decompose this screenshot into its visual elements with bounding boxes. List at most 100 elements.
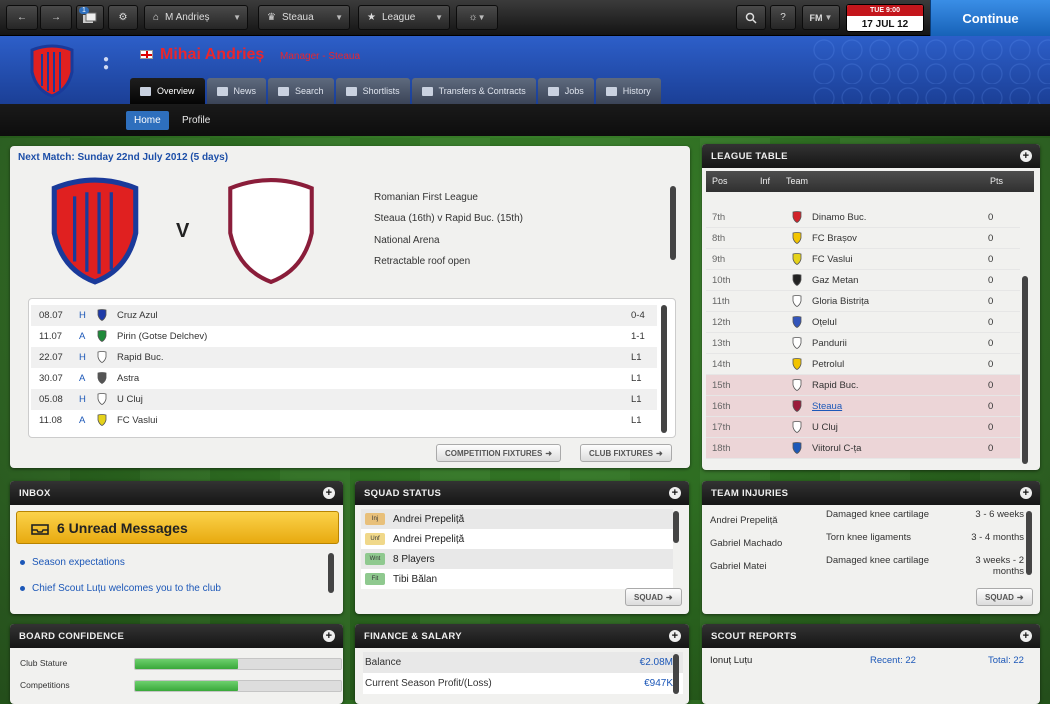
continue-button[interactable]: Continue — [930, 0, 1050, 36]
tab-overview[interactable]: Overview — [130, 78, 205, 104]
injuries-scrollbar[interactable] — [1026, 511, 1032, 575]
fixtures-scrollbar[interactable] — [661, 305, 667, 433]
league-team[interactable]: U Cluj — [812, 422, 838, 433]
squad-status-row[interactable]: Fit Tibi Bălan — [361, 569, 673, 589]
league-team[interactable]: Steaua — [812, 401, 842, 412]
fixture-team[interactable]: Astra — [117, 373, 139, 384]
squad-status-row[interactable]: Wnt 8 Players — [361, 549, 673, 569]
league-table-row[interactable]: 15th Rapid Buc. 0 — [706, 375, 1020, 396]
squad-status-row[interactable]: Unf Andrei Prepeliță — [361, 529, 673, 549]
fixture-row[interactable]: 08.07 H Cruz Azul 0-4 — [31, 305, 657, 326]
fixture-row[interactable]: 11.08 A FC Vaslui L1 — [31, 410, 657, 431]
back-button[interactable]: ← — [6, 5, 38, 30]
injury-row[interactable]: Gabriel Machado Torn knee ligaments 3 - 4 … — [710, 532, 1028, 555]
injury-row[interactable]: Gabriel Matei Damaged knee cartilage 3 wee… — [710, 555, 1028, 578]
league-team[interactable]: FC Brașov — [812, 233, 857, 244]
club-dropdown[interactable]: ♛ Steaua ▼ — [258, 5, 350, 30]
expand-plus-icon[interactable]: + — [669, 630, 681, 642]
finance-row[interactable]: Current Season Profit/(Loss) €947K — [363, 673, 683, 694]
col-team[interactable]: Team — [786, 176, 808, 186]
subnav-profile[interactable]: Profile — [174, 111, 218, 130]
fixture-team[interactable]: U Cluj — [117, 394, 143, 405]
fixture-team[interactable]: Cruz Azul — [117, 310, 158, 321]
league-table-row[interactable]: 9th FC Vaslui 0 — [706, 249, 1020, 270]
fixture-row[interactable]: 30.07 A Astra L1 — [31, 368, 657, 389]
squad-status-row[interactable]: Inj Andrei Prepeliță — [361, 509, 673, 529]
team-injuries-title: TEAM INJURIES — [711, 487, 789, 499]
league-team[interactable]: FC Vaslui — [812, 254, 852, 265]
fixture-row[interactable]: 22.07 H Rapid Buc. L1 — [31, 347, 657, 368]
fixture-team[interactable]: Rapid Buc. — [117, 352, 163, 363]
club-fixtures-button[interactable]: CLUB FIXTURES ➜ — [580, 444, 672, 462]
tools-button[interactable]: ⚙ — [108, 5, 138, 30]
expand-plus-icon[interactable]: + — [1020, 150, 1032, 162]
inbox-scrollbar[interactable] — [328, 553, 334, 593]
expand-plus-icon[interactable]: + — [323, 487, 335, 499]
league-scrollbar[interactable] — [1022, 276, 1028, 464]
fixture-team[interactable]: FC Vaslui — [117, 415, 157, 426]
injury-row[interactable]: Andrei Prepeliță Damaged knee cartilage 3 … — [710, 509, 1028, 532]
message-chief-scout[interactable]: Chief Scout Luțu welcomes you to the clu… — [20, 583, 221, 594]
league-team[interactable]: Petrolul — [812, 359, 844, 370]
tab-transfers-contracts[interactable]: Transfers & Contracts — [411, 78, 536, 104]
tab-jobs[interactable]: Jobs — [537, 78, 594, 104]
league-table-row[interactable]: 14th Petrolul 0 — [706, 354, 1020, 375]
subnav-home[interactable]: Home — [126, 111, 169, 130]
league-team[interactable]: Viitorul C-ța — [812, 443, 861, 454]
scout-recent-count[interactable]: Recent: 22 — [870, 655, 916, 666]
next-match-title[interactable]: Next Match: Sunday 22nd July 2012 (5 day… — [18, 152, 228, 163]
squad-scrollbar[interactable] — [673, 511, 679, 543]
col-pos[interactable]: Pos — [712, 176, 728, 186]
league-team[interactable]: Dinamo Buc. — [812, 212, 866, 223]
forward-button[interactable]: → — [40, 5, 72, 30]
league-table-row[interactable]: 11th Gloria Bistrița 0 — [706, 291, 1020, 312]
expand-plus-icon[interactable]: + — [669, 487, 681, 499]
expand-plus-icon[interactable]: + — [323, 630, 335, 642]
manager-dropdown[interactable]: ⌂ M Andrieș ▼ — [144, 5, 248, 30]
finance-scrollbar[interactable] — [673, 654, 679, 694]
league-table-row[interactable]: 12th Oțelul 0 — [706, 312, 1020, 333]
league-team[interactable]: Pandurii — [812, 338, 847, 349]
league-table-row[interactable]: 16th Steaua 0 — [706, 396, 1020, 417]
tab-search[interactable]: Search — [268, 78, 334, 104]
inbox-toolbar-button[interactable]: 1 — [76, 5, 104, 30]
squad-button[interactable]: SQUAD ➜ — [625, 588, 682, 606]
finance-row[interactable]: Balance €2.08M — [363, 652, 683, 673]
league-table-row[interactable]: 13th Pandurii 0 — [706, 333, 1020, 354]
fixture-team[interactable]: Pirin (Gotse Delchev) — [117, 331, 207, 342]
tab-shortlists[interactable]: Shortlists — [335, 78, 410, 104]
more-options-icon[interactable]: ● ● — [103, 55, 109, 73]
col-inf[interactable]: Inf — [760, 176, 770, 186]
league-team[interactable]: Rapid Buc. — [812, 380, 858, 391]
league-team[interactable]: Gloria Bistrița — [812, 296, 869, 307]
globe-dropdown[interactable]: ☼ ▼ — [456, 5, 498, 30]
message-season-expectations[interactable]: Season expectations — [20, 557, 125, 568]
search-button[interactable] — [736, 5, 766, 30]
league-team[interactable]: Oțelul — [812, 317, 837, 328]
league-table-row[interactable]: 8th FC Brașov 0 — [706, 228, 1020, 249]
tab-news[interactable]: News — [206, 78, 267, 104]
expand-plus-icon[interactable]: + — [1020, 487, 1032, 499]
board-confidence-row[interactable]: Club Stature — [18, 654, 342, 672]
expand-plus-icon[interactable]: + — [1020, 630, 1032, 642]
injuries-squad-button[interactable]: SQUAD ➜ — [976, 588, 1033, 606]
help-button[interactable]: ? — [770, 5, 796, 30]
col-pts[interactable]: Pts — [990, 176, 1003, 186]
league-table-row[interactable]: 18th Viitorul C-ța 0 — [706, 438, 1020, 459]
info-scrollbar[interactable] — [670, 186, 676, 260]
tab-history[interactable]: History — [595, 78, 661, 104]
scout-total-count[interactable]: Total: 22 — [988, 655, 1024, 666]
league-dropdown[interactable]: ★ League ▼ — [358, 5, 450, 30]
board-confidence-row[interactable]: Competitions — [18, 676, 342, 694]
league-table-row[interactable]: 7th Dinamo Buc. 0 — [706, 207, 1020, 228]
fixture-row[interactable]: 11.07 A Pirin (Gotse Delchev) 1-1 — [31, 326, 657, 347]
competition-fixtures-button[interactable]: COMPETITION FIXTURES ➜ — [436, 444, 562, 462]
league-team[interactable]: Gaz Metan — [812, 275, 858, 286]
unread-messages-button[interactable]: 6 Unread Messages — [16, 511, 339, 544]
league-table-row[interactable]: 17th U Cluj 0 — [706, 417, 1020, 438]
scout-report-row[interactable]: Ionuț Luțu Recent: 22 Total: 22 — [710, 650, 1032, 671]
fixture-row[interactable]: 05.08 H U Cluj L1 — [31, 389, 657, 410]
manager-name[interactable]: Mihai Andrieș — [160, 46, 264, 64]
fm-menu-button[interactable]: FM ▼ — [802, 5, 840, 30]
league-table-row[interactable]: 10th Gaz Metan 0 — [706, 270, 1020, 291]
